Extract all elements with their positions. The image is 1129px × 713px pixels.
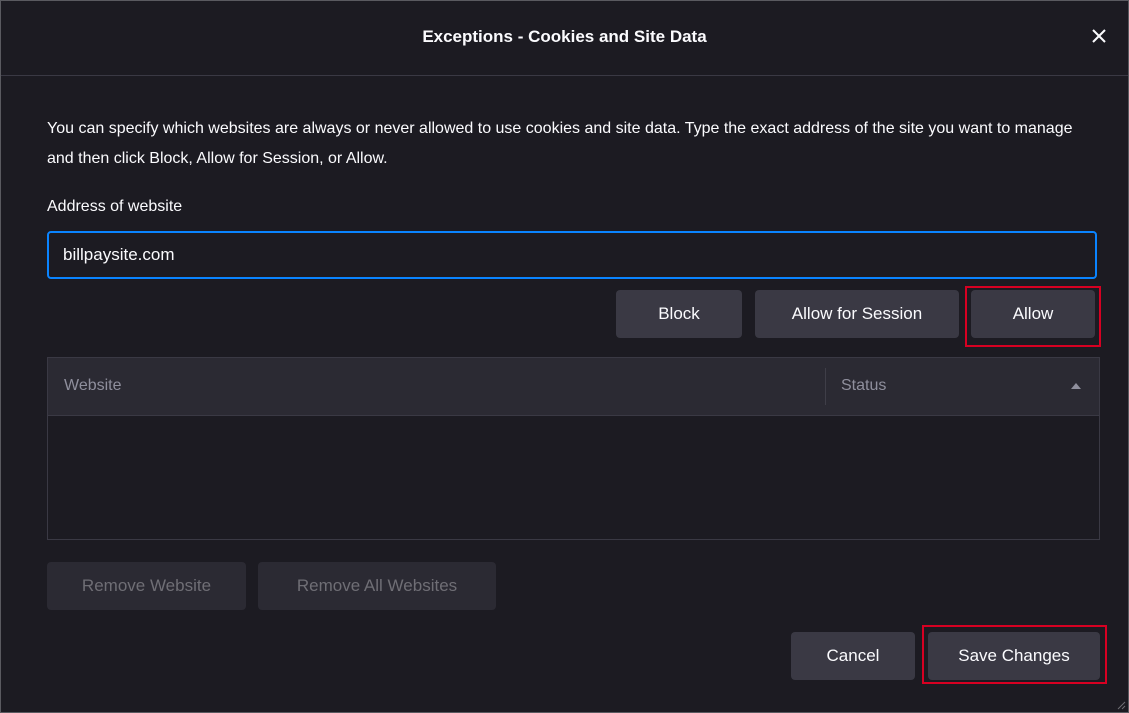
column-header-status[interactable]: Status [841,377,886,395]
close-button[interactable] [1084,21,1114,51]
remove-website-button[interactable]: Remove Website [47,562,246,610]
exceptions-dialog: Exceptions - Cookies and Site Data You c… [0,0,1129,713]
close-icon [1092,29,1106,43]
save-changes-button[interactable]: Save Changes [928,632,1100,680]
table-header: Website Status [48,358,1099,416]
column-divider [825,368,826,405]
address-input[interactable] [47,231,1097,279]
dialog-title: Exceptions - Cookies and Site Data [422,27,707,46]
block-button[interactable]: Block [616,290,742,338]
remove-all-websites-button[interactable]: Remove All Websites [258,562,496,610]
sort-ascending-icon [1071,383,1081,389]
websites-table: Website Status [47,357,1100,540]
address-label: Address of website [47,198,183,215]
allow-button[interactable]: Allow [971,290,1095,338]
resize-grip-icon[interactable] [1116,700,1126,710]
allow-for-session-button[interactable]: Allow for Session [755,290,959,338]
column-header-website[interactable]: Website [64,377,122,395]
dialog-description: You can specify which websites are alway… [47,120,1073,167]
cancel-button[interactable]: Cancel [791,632,915,680]
dialog-content: You can specify which websites are alway… [1,76,1128,712]
dialog-titlebar: Exceptions - Cookies and Site Data [1,1,1128,76]
